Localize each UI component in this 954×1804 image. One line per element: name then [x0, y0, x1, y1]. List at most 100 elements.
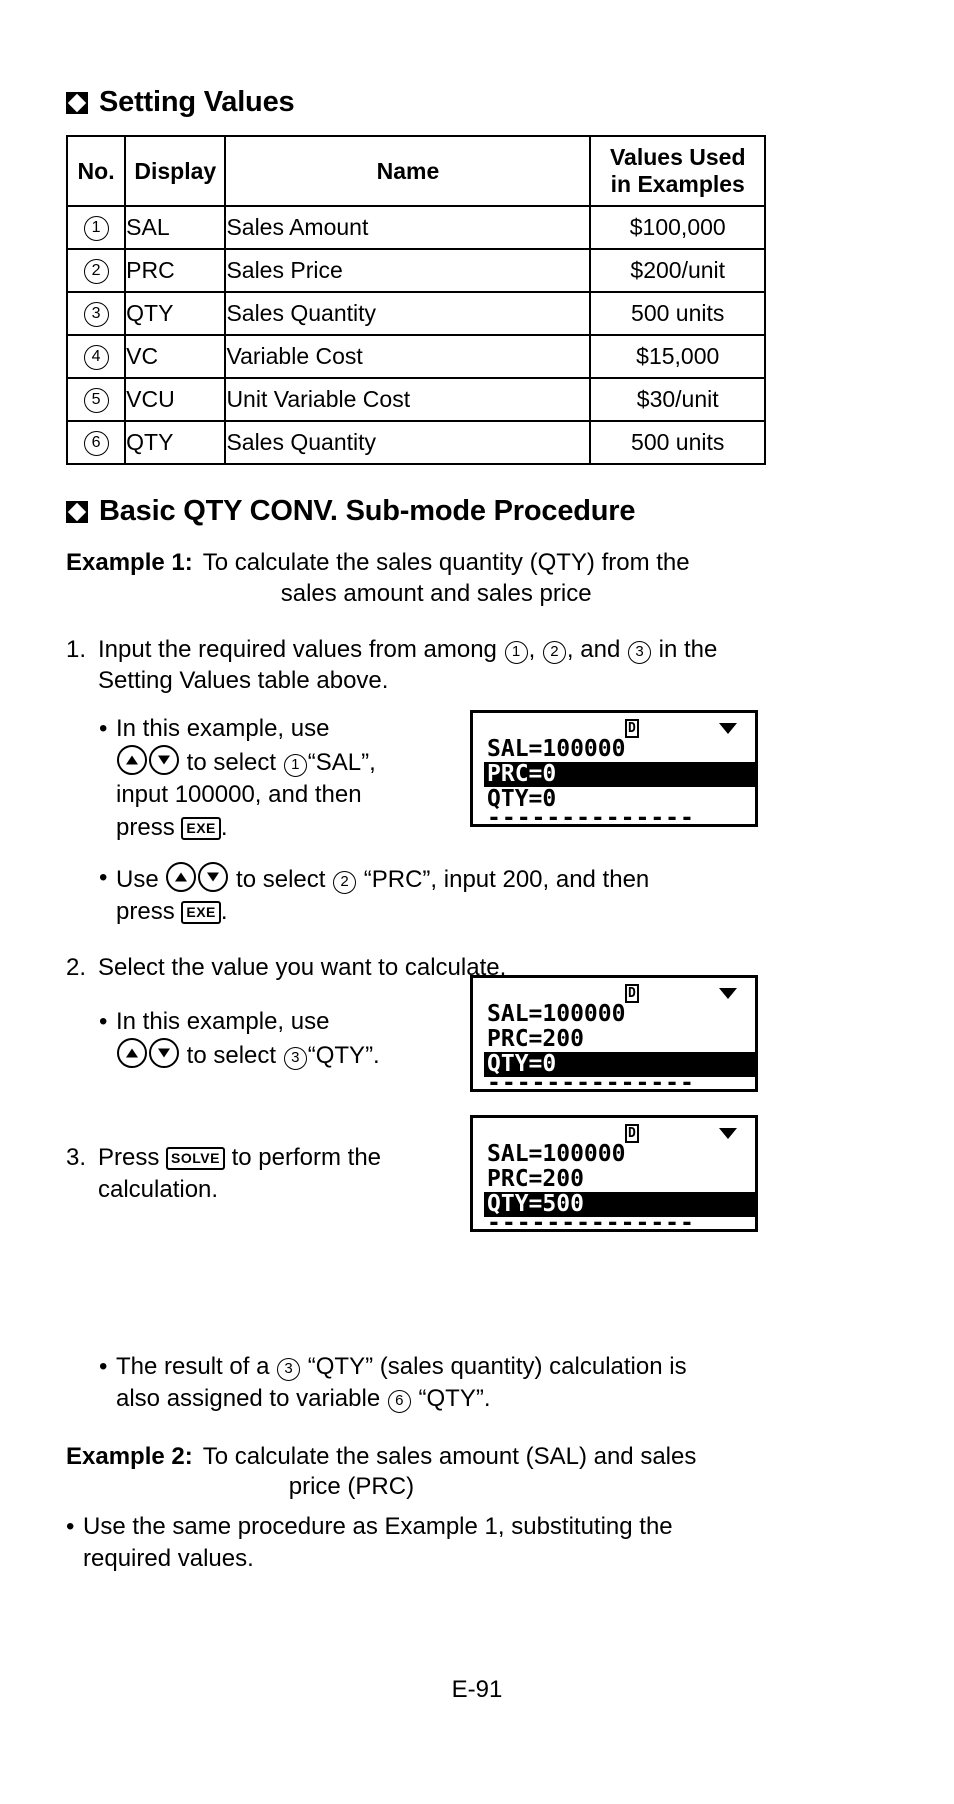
circled-number-2: 2	[542, 640, 566, 664]
step-1-bullet-1-seg5: press	[116, 813, 175, 841]
down-arrow-key-icon[interactable]	[149, 1037, 179, 1068]
lcd-3-separator: --------------	[487, 1210, 695, 1232]
heading-setting-values-label: Setting Values	[99, 86, 295, 118]
cell-value: $15,000	[589, 334, 766, 380]
lcd-1-status-bar: D	[473, 717, 755, 738]
cell-name: Variable Cost	[224, 334, 592, 380]
lcd-3-line-2: PRC=200	[487, 1166, 584, 1192]
column-header-values-line1: Values Used	[609, 144, 746, 170]
cell-name: Sales Price	[224, 248, 592, 294]
step-3-number: 3.	[66, 1143, 87, 1171]
cell-name: Sales Amount	[224, 205, 592, 251]
step-1-bullet-1-seg2: to select	[186, 749, 277, 777]
step-3-seg2: to perform the	[231, 1143, 382, 1171]
lcd-1-line-2: PRC=0	[484, 762, 755, 787]
step-1-sep-a: ,	[528, 635, 536, 663]
result-bullet-seg2: “QTY” (sales quantity) calculation is	[307, 1353, 687, 1381]
step-1-bullet-1-seg6: .	[220, 813, 228, 841]
cell-no: 1	[65, 205, 127, 251]
heading-basic-procedure-label: Basic QTY CONV. Sub-mode Procedure	[99, 495, 636, 528]
result-bullet-seg3: also assigned to variable	[116, 1385, 381, 1413]
bullet-dot: •	[99, 715, 108, 743]
circled-number-6: 6	[387, 1390, 411, 1414]
lcd-display-1: D SAL=100000 PRC=0 QTY=0 --------------	[470, 710, 758, 827]
up-arrow-key-icon[interactable]	[117, 745, 147, 776]
bullet-dot: •	[66, 1513, 75, 1541]
up-arrow-key-icon[interactable]	[166, 861, 197, 892]
solve-key-icon[interactable]: SOLVE	[166, 1146, 225, 1170]
cell-display: VC	[124, 334, 227, 380]
step-3-seg1: Press	[98, 1143, 160, 1171]
lcd-2-line-1: SAL=100000	[487, 1001, 626, 1027]
result-bullet-body: The result of a 3 “QTY” (sales quantity)…	[116, 1351, 766, 1415]
circled-number: 3	[283, 1046, 307, 1070]
up-arrow-key-icon[interactable]	[117, 1037, 147, 1068]
cell-value: 500 units	[589, 291, 766, 337]
cell-display: QTY	[124, 420, 227, 466]
lcd-3-line-1: SAL=100000	[487, 1141, 626, 1167]
result-bullet-seg1: The result of a	[116, 1353, 270, 1381]
circled-number: 1	[283, 754, 307, 778]
page-number: E-91	[451, 1676, 503, 1703]
step-1-text-before: Input the required values from among	[98, 635, 497, 663]
step-1-bullet-1-body: In this example, use to select 1 “SAL”, i…	[116, 713, 479, 844]
step-1-bullet-2-body: Use to select 2 “PRC”, input 200, and th…	[116, 861, 766, 928]
example-2-text: To calculate the sales amount (SAL) and …	[203, 1442, 697, 1503]
example-2-bullet: • Use the same procedure as Example 1, s…	[66, 1511, 766, 1575]
cell-no: 2	[65, 248, 127, 294]
lcd-1-down-triangle-icon	[719, 723, 737, 734]
cell-name: Sales Quantity	[224, 420, 592, 466]
step-2-bullet: • In this example, use to select 3 “QTY”.	[99, 1006, 479, 1072]
example-2-text-line2: price (PRC)	[288, 1473, 415, 1501]
cell-value: $100,000	[589, 205, 766, 251]
heading-basic-procedure: Basic QTY CONV. Sub-mode Procedure	[66, 495, 766, 528]
cell-display: VCU	[124, 377, 227, 423]
step-2-bullet-body: In this example, use to select 3 “QTY”.	[116, 1006, 479, 1072]
diamond-bullet-icon	[66, 91, 88, 114]
exe-key-icon[interactable]: EXE	[181, 900, 221, 924]
example-2-bullet-body: Use the same procedure as Example 1, sub…	[83, 1511, 766, 1575]
step-1-bullet-1: • In this example, use to select 1 “SAL”,…	[99, 713, 479, 844]
cell-display: PRC	[124, 248, 227, 294]
result-bullet-seg4: “QTY”.	[418, 1385, 491, 1413]
lcd-3-status-bar: D	[473, 1122, 755, 1143]
step-1-bullet-1-seg4: input 100000, and then	[116, 781, 362, 809]
step-1-bullet-2-seg3: “PRC”, input 200, and then	[363, 865, 650, 893]
table-header-row: No. Display Name Values Used in Examples	[65, 134, 766, 208]
heading-setting-values: Setting Values	[66, 86, 766, 119]
example-2-text-line1: To calculate the sales amount (SAL) and …	[202, 1442, 697, 1470]
step-1-bullet-2-seg4: press	[116, 897, 175, 925]
down-arrow-key-icon[interactable]	[149, 745, 179, 776]
circled-number-3: 3	[277, 1358, 301, 1382]
circled-number: 1	[83, 216, 109, 242]
step-1-bullet-1-seg3: “SAL”,	[307, 749, 376, 777]
lcd-2-mode-indicator-d: D	[625, 984, 639, 1003]
lcd-display-3: D SAL=100000 PRC=200 QTY=500 -----------…	[470, 1115, 758, 1232]
step-1-body: Input the required values from among 1 , …	[98, 634, 766, 697]
lcd-3-down-triangle-icon	[719, 1128, 737, 1139]
column-header-values-line2: in Examples	[610, 171, 745, 198]
example-1-text: To calculate the sales quantity (QTY) fr…	[203, 548, 690, 609]
example-2-bullet-line1: Use the same procedure as Example 1, sub…	[83, 1513, 673, 1541]
step-3-seg3: calculation.	[98, 1175, 219, 1203]
example-2-bullet-line2: required values.	[83, 1545, 254, 1573]
step-1-number: 1.	[66, 635, 87, 663]
column-header-no: No.	[65, 134, 127, 208]
column-header-display: Display	[124, 134, 227, 208]
example-1-block: Example 1: To calculate the sales quanti…	[66, 548, 766, 609]
lcd-2-status-bar: D	[473, 982, 755, 1003]
cell-no: 6	[65, 420, 127, 466]
step-1: 1. Input the required values from among …	[66, 634, 766, 697]
lcd-1-lines: SAL=100000 PRC=0 QTY=0	[484, 737, 755, 812]
lcd-1-separator: --------------	[487, 805, 695, 827]
table-row: 6 QTY Sales Quantity 500 units	[65, 420, 766, 466]
lcd-3-lines: SAL=100000 PRC=200 QTY=500	[484, 1141, 755, 1217]
circled-number: 4	[83, 345, 109, 371]
step-2-number: 2.	[66, 953, 87, 981]
lcd-display-2: D SAL=100000 PRC=200 QTY=0 -------------…	[470, 975, 758, 1092]
table-row: 1 SAL Sales Amount $100,000	[65, 205, 766, 251]
circled-number-3: 3	[627, 640, 651, 664]
exe-key-icon[interactable]: EXE	[181, 816, 221, 840]
table-row: 2 PRC Sales Price $200/unit	[65, 248, 766, 294]
down-arrow-key-icon[interactable]	[198, 861, 229, 892]
